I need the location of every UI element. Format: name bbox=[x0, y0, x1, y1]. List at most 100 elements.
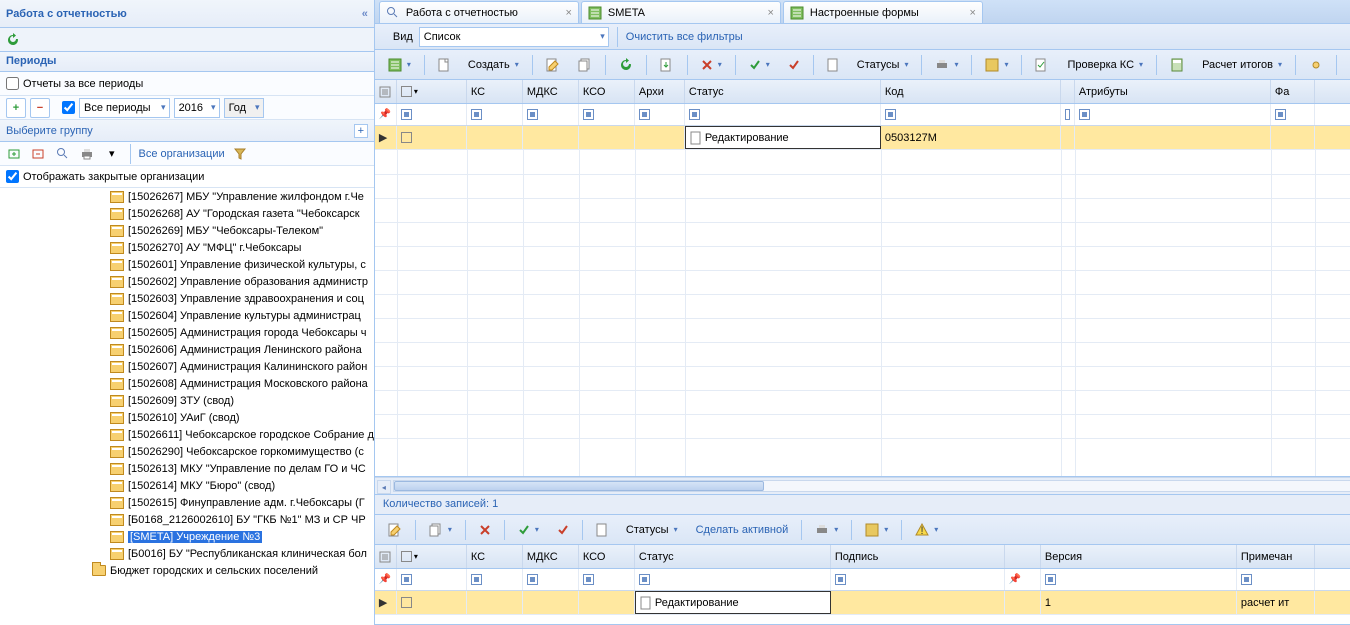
col-header[interactable]: Статус bbox=[635, 545, 831, 568]
filter-box-icon[interactable] bbox=[639, 574, 650, 585]
data-cell[interactable] bbox=[579, 591, 635, 614]
copy-icon[interactable] bbox=[571, 54, 599, 76]
filter-box-icon[interactable] bbox=[1079, 109, 1090, 120]
close-tab-icon[interactable]: × bbox=[969, 7, 975, 19]
new-doc-icon[interactable] bbox=[431, 54, 457, 76]
filter-cell[interactable] bbox=[685, 104, 881, 125]
tree-node[interactable]: [1502609] ЗТУ (свод) bbox=[0, 392, 374, 409]
filter-cell[interactable] bbox=[635, 569, 831, 590]
filter-cell[interactable] bbox=[1061, 104, 1075, 125]
tab-2[interactable]: Настроенные формы× bbox=[783, 1, 983, 23]
tree-node[interactable]: [15026270] АУ "МФЦ" г.Чебоксары bbox=[0, 239, 374, 256]
data-cell[interactable] bbox=[397, 591, 467, 614]
grid-bottom-data-row[interactable]: ▶Редактирование1расчет ит bbox=[375, 591, 1350, 615]
settings-icon[interactable] bbox=[1302, 54, 1330, 76]
approve-icon[interactable]: ▾ bbox=[742, 54, 777, 76]
filter-cell[interactable] bbox=[881, 104, 1061, 125]
data-cell[interactable] bbox=[1271, 126, 1315, 149]
sub-doc-icon[interactable] bbox=[589, 519, 615, 541]
grid-top-data-row[interactable]: ▶Редактирование0503127М bbox=[375, 126, 1350, 150]
col-header[interactable]: КС bbox=[467, 545, 523, 568]
filter-cell[interactable] bbox=[1271, 104, 1315, 125]
col-header[interactable]: Архи bbox=[635, 80, 685, 103]
doc-status-icon[interactable] bbox=[820, 54, 846, 76]
col-header[interactable]: Статус bbox=[685, 80, 881, 103]
tree-node[interactable]: Бюджет городских и сельских поселений bbox=[0, 562, 374, 579]
filter-cell[interactable] bbox=[467, 104, 523, 125]
clear-filters-link[interactable]: Очистить все фильтры bbox=[626, 31, 743, 43]
sub-statuses-button[interactable]: Статусы▾ bbox=[619, 519, 685, 541]
tree-node[interactable]: [15026611] Чебоксарское городское Собран… bbox=[0, 426, 374, 443]
filter-box-icon[interactable] bbox=[583, 574, 594, 585]
tree-node[interactable]: [1502605] Администрация города Чебоксары… bbox=[0, 324, 374, 341]
col-header[interactable]: Примечан bbox=[1237, 545, 1315, 568]
tab-0[interactable]: Работа с отчетностью× bbox=[379, 1, 579, 23]
col-header[interactable]: ▾ bbox=[397, 80, 467, 103]
filter-cell[interactable] bbox=[1075, 104, 1271, 125]
filter-box-icon[interactable] bbox=[1045, 574, 1056, 585]
col-header[interactable]: ▾ bbox=[397, 545, 467, 568]
calc-icon[interactable] bbox=[1163, 54, 1191, 76]
all-periods-combo[interactable]: Все периоды bbox=[79, 98, 170, 118]
warning-icon[interactable]: !▾ bbox=[908, 519, 945, 541]
col-header[interactable]: Код bbox=[881, 80, 1061, 103]
show-closed-checkbox[interactable] bbox=[6, 170, 19, 183]
statuses-button[interactable]: Статусы▾ bbox=[850, 54, 916, 76]
sub-delete-icon[interactable] bbox=[472, 519, 498, 541]
toolbar-config-icon[interactable]: ▾ bbox=[381, 54, 418, 76]
filter-box-icon[interactable] bbox=[689, 109, 700, 120]
add-group-button[interactable]: + bbox=[354, 124, 368, 138]
reject-icon[interactable] bbox=[781, 54, 807, 76]
col-header[interactable] bbox=[375, 545, 397, 568]
refresh-grid-icon[interactable] bbox=[612, 54, 640, 76]
filter-box-icon[interactable] bbox=[1065, 109, 1070, 120]
print-icon[interactable]: ▾ bbox=[928, 54, 965, 76]
filter-box-icon[interactable] bbox=[639, 109, 650, 120]
filter-cell[interactable] bbox=[397, 569, 467, 590]
filter-box-icon[interactable] bbox=[1275, 109, 1286, 120]
tree-node[interactable]: [1502608] Администрация Московского райо… bbox=[0, 375, 374, 392]
scroll-left-icon[interactable]: ◂ bbox=[377, 480, 391, 494]
year-combo[interactable]: 2016 bbox=[174, 98, 220, 118]
close-tab-icon[interactable]: × bbox=[767, 7, 773, 19]
expand-tree-icon[interactable] bbox=[6, 145, 24, 163]
make-active-button[interactable]: Сделать активной bbox=[689, 519, 796, 541]
col-header[interactable]: КСО bbox=[579, 545, 635, 568]
check-ks-button[interactable]: Проверка КС▾ bbox=[1060, 54, 1150, 76]
filter-cell[interactable] bbox=[523, 569, 579, 590]
filter-cell[interactable]: 📌 bbox=[1005, 569, 1041, 590]
collapse-tree-icon[interactable] bbox=[30, 145, 48, 163]
tree-node[interactable]: [1502604] Управление культуры администра… bbox=[0, 307, 374, 324]
data-cell[interactable] bbox=[635, 126, 685, 149]
export-icon[interactable] bbox=[1343, 54, 1350, 76]
filter-box-icon[interactable] bbox=[1241, 574, 1252, 585]
data-cell[interactable]: расчет ит bbox=[1237, 591, 1315, 614]
all-orgs-link[interactable]: Все организации bbox=[139, 148, 225, 160]
year-unit-combo[interactable]: Год bbox=[224, 98, 264, 118]
tree-node[interactable]: [1502610] УАиГ (свод) bbox=[0, 409, 374, 426]
data-cell[interactable] bbox=[523, 591, 579, 614]
filter-cell[interactable] bbox=[1041, 569, 1237, 590]
tree-node[interactable]: [15026268] АУ "Городская газета "Чебокса… bbox=[0, 205, 374, 222]
collapse-icon[interactable]: « bbox=[362, 8, 368, 20]
data-cell[interactable] bbox=[579, 126, 635, 149]
filter-cell[interactable] bbox=[523, 104, 579, 125]
data-cell[interactable]: ▶ bbox=[375, 591, 397, 614]
remove-period-button[interactable]: − bbox=[30, 98, 50, 118]
period-enabled-checkbox[interactable] bbox=[62, 101, 75, 114]
tree-node[interactable]: [1502614] МКУ "Бюро" (свод) bbox=[0, 477, 374, 494]
filter-box-icon[interactable] bbox=[527, 109, 538, 120]
col-header[interactable]: МДКС bbox=[523, 545, 579, 568]
filter-box-icon[interactable] bbox=[471, 109, 482, 120]
col-header[interactable]: Фа bbox=[1271, 80, 1315, 103]
search-tree-icon[interactable] bbox=[54, 145, 72, 163]
data-cell[interactable] bbox=[1075, 126, 1271, 149]
tree-node[interactable]: [1502606] Администрация Ленинского район… bbox=[0, 341, 374, 358]
data-cell[interactable]: Редактирование bbox=[635, 591, 831, 614]
edit-icon[interactable] bbox=[539, 54, 567, 76]
scroll-thumb[interactable] bbox=[394, 481, 764, 491]
filter-cell[interactable]: 📌 bbox=[375, 104, 397, 125]
tree-node[interactable]: [1502613] МКУ "Управление по делам ГО и … bbox=[0, 460, 374, 477]
data-cell[interactable] bbox=[831, 591, 1005, 614]
filter-icon[interactable] bbox=[231, 145, 249, 163]
